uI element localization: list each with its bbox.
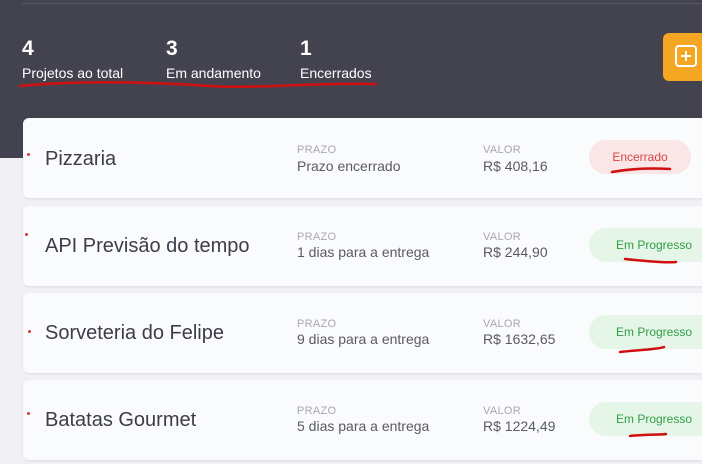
deadline-value: Prazo encerrado <box>297 158 401 174</box>
stat-in-progress-number: 3 <box>166 37 178 60</box>
value-label: VALOR <box>483 144 521 156</box>
status-badge: Encerrado <box>589 140 691 174</box>
stat-total-number: 4 <box>22 37 34 60</box>
deadline-value: 9 dias para a entrega <box>297 331 430 347</box>
value-amount: R$ 1224,49 <box>483 418 556 434</box>
deadline-label: PRAZO <box>297 318 337 330</box>
project-card[interactable]: Sorveteria do Felipe PRAZO 9 dias para a… <box>23 293 702 373</box>
project-card[interactable]: Batatas Gourmet PRAZO 5 dias para a entr… <box>23 380 702 460</box>
status-badge: Em Progresso <box>589 402 702 436</box>
value-label: VALOR <box>483 231 521 243</box>
stat-closed-number: 1 <box>300 37 312 60</box>
status-badge: Em Progresso <box>589 315 702 349</box>
value-amount: R$ 408,16 <box>483 158 548 174</box>
header-divider <box>22 3 702 4</box>
project-card[interactable]: API Previsão do tempo PRAZO 1 dias para … <box>23 206 702 286</box>
project-title: Pizzaria <box>45 148 117 170</box>
annotation-dot <box>27 153 30 156</box>
project-card[interactable]: Pizzaria PRAZO Prazo encerrado VALOR R$ … <box>23 118 702 198</box>
stat-total: 4 Projetos ao total <box>22 38 123 82</box>
deadline-label: PRAZO <box>297 144 337 156</box>
value-label: VALOR <box>483 405 521 417</box>
deadline-label: PRAZO <box>297 231 337 243</box>
deadline-label: PRAZO <box>297 405 337 417</box>
stat-closed-label: Encerrados <box>300 65 372 81</box>
value-amount: R$ 244,90 <box>483 244 548 260</box>
project-title: API Previsão do tempo <box>45 235 250 257</box>
plus-icon <box>675 45 697 67</box>
project-title: Batatas Gourmet <box>45 409 197 431</box>
annotation-dot <box>25 233 28 236</box>
add-project-button[interactable] <box>663 33 702 81</box>
stat-in-progress: 3 Em andamento <box>166 38 261 82</box>
value-label: VALOR <box>483 318 521 330</box>
deadline-value: 5 dias para a entrega <box>297 418 430 434</box>
value-amount: R$ 1632,65 <box>483 331 556 347</box>
stat-closed: 1 Encerrados <box>300 38 372 82</box>
project-title: Sorveteria do Felipe <box>45 322 224 344</box>
annotation-dot <box>28 330 31 333</box>
deadline-value: 1 dias para a entrega <box>297 244 430 260</box>
status-badge: Em Progresso <box>589 228 702 262</box>
stat-total-label: Projetos ao total <box>22 65 124 81</box>
stat-in-progress-label: Em andamento <box>166 65 261 81</box>
annotation-dot <box>27 412 30 415</box>
